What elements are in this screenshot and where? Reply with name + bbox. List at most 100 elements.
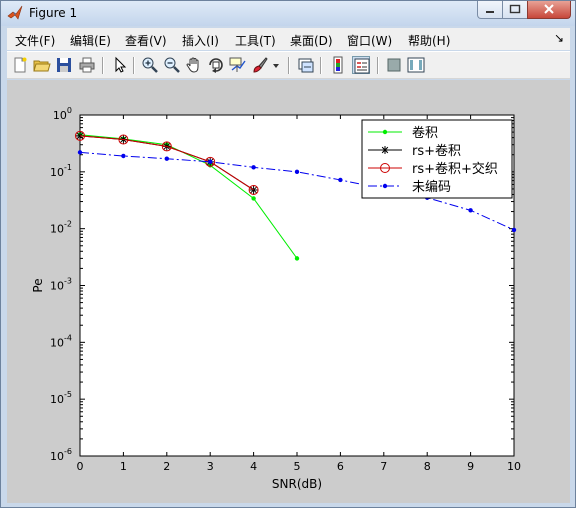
minimize-button[interactable] <box>477 1 503 19</box>
x-tick-label: 0 <box>77 460 84 473</box>
menu-item-7[interactable]: 帮助(H) <box>408 32 450 49</box>
insert-legend-button[interactable] <box>352 56 370 74</box>
toolbar-separator <box>288 57 290 74</box>
zoom-out-button[interactable] <box>163 56 181 74</box>
y-tick-base: 10 <box>50 280 64 293</box>
data-point <box>251 196 256 201</box>
menu-bar: 文件(F) 编辑(E) 查看(V) 插入(I) 工具(T) 桌面(D) 窗口(W) 帮助(H)… <box>7 28 570 50</box>
show-plot-tools-button[interactable] <box>407 56 425 74</box>
data-point <box>468 208 473 213</box>
menu-item-1[interactable]: 编辑(E) <box>70 32 111 49</box>
save-button[interactable] <box>55 56 73 74</box>
y-tick-base: 10 <box>50 223 64 236</box>
pointer-icon <box>115 56 127 73</box>
menu-item-3[interactable]: 插入(I) <box>182 32 219 49</box>
x-tick-label: 3 <box>207 460 214 473</box>
show-tools-icon <box>407 57 425 73</box>
print-button[interactable] <box>78 56 96 74</box>
x-axis-label: SNR(dB) <box>272 477 322 491</box>
y-tick-exponent: -1 <box>64 163 72 172</box>
y-tick-label: 10-5 <box>50 390 72 406</box>
data-point <box>208 159 213 165</box>
brush-button[interactable] <box>251 56 269 74</box>
close-icon <box>544 4 554 14</box>
data-point <box>294 169 300 175</box>
x-tick-label: 7 <box>380 460 387 473</box>
data-cursor-button[interactable] <box>229 56 247 74</box>
y-tick-label: 10-1 <box>50 163 72 179</box>
menu-item-6[interactable]: 窗口(W) <box>347 32 392 49</box>
legend-label: 卷积 <box>412 125 438 141</box>
link-icon <box>298 58 314 73</box>
data-point <box>382 129 388 135</box>
minimize-icon <box>486 11 494 13</box>
hide-plot-tools-button[interactable] <box>385 56 403 74</box>
close-button[interactable] <box>527 1 571 19</box>
y-tick-base: 10 <box>50 166 64 179</box>
data-point <box>381 146 389 154</box>
x-tick-label: 2 <box>163 460 170 473</box>
toolbar-separator <box>133 57 135 74</box>
title-bar[interactable]: Figure 1 <box>1 1 575 26</box>
data-point <box>77 150 83 155</box>
x-tick-label: 8 <box>424 460 431 473</box>
y-tick-label: 10-3 <box>50 277 72 293</box>
x-tick-label: 6 <box>337 460 344 473</box>
data-point <box>249 185 258 194</box>
pan-button[interactable] <box>185 56 203 74</box>
open-folder-icon <box>33 60 51 72</box>
link-plot-button[interactable] <box>297 56 315 74</box>
save-icon <box>57 58 71 72</box>
zoom-in-icon <box>142 57 158 73</box>
hide-tools-icon <box>387 58 401 72</box>
pan-hand-icon <box>186 57 199 73</box>
rotate-3d-button[interactable] <box>207 56 225 74</box>
data-point <box>511 227 517 233</box>
x-tick-label: 4 <box>250 460 257 473</box>
y-tick-exponent: -5 <box>64 390 72 399</box>
x-tick-label: 9 <box>467 460 474 473</box>
y-tick-exponent: -3 <box>64 277 72 286</box>
colorbar-icon <box>333 56 343 74</box>
new-figure-button[interactable] <box>11 56 29 74</box>
brush-dropdown[interactable] <box>271 56 281 74</box>
toolbar-separator <box>320 57 322 74</box>
y-tick-exponent: -2 <box>64 220 72 229</box>
menu-item-4[interactable]: 工具(T) <box>235 32 276 49</box>
legend-icon <box>354 58 370 74</box>
x-tick-label: 10 <box>507 460 521 473</box>
y-tick-exponent: -6 <box>64 447 72 456</box>
dock-arrow-icon[interactable]: ↘ <box>554 31 564 45</box>
menu-item-2[interactable]: 查看(V) <box>125 32 167 49</box>
zoom-out-icon <box>164 57 180 73</box>
maximize-button[interactable] <box>502 1 528 19</box>
open-file-button[interactable] <box>33 56 51 74</box>
plot-axes[interactable]: 0 1 2 3 4 5 6 7 8 9 1010010-110-210-310-410-510-6S… <box>7 80 570 503</box>
y-tick-label: 10-2 <box>50 220 72 236</box>
y-tick-base: 10 <box>50 393 64 406</box>
y-tick-label: 100 <box>53 106 72 122</box>
toolbar-separator <box>377 57 379 74</box>
data-point <box>382 183 388 189</box>
edit-plot-button[interactable] <box>111 56 129 74</box>
figure-canvas: 0 1 2 3 4 5 6 7 8 9 10 100 10-1 10-2 10-3 10-4 10-5 10-6 S… <box>7 80 570 503</box>
insert-colorbar-button[interactable] <box>329 56 347 74</box>
y-tick-base: 10 <box>50 336 64 349</box>
zoom-in-button[interactable] <box>141 56 159 74</box>
y-tick-label: 10-4 <box>50 333 72 349</box>
brush-icon <box>253 57 268 73</box>
data-point <box>338 177 343 183</box>
chevron-down-icon <box>273 64 279 68</box>
y-tick-base: 10 <box>53 109 67 122</box>
rotate-3d-icon <box>209 58 223 73</box>
figure-toolbar <box>7 51 570 79</box>
data-point <box>294 256 300 261</box>
print-icon <box>79 57 95 73</box>
figure-window: Figure 1 文件(F) 编辑(E) 查看(V) 插入(I) 工具(T) 桌面(D) 窗… <box>0 0 576 508</box>
y-tick-base: 10 <box>50 450 64 463</box>
menu-item-0[interactable]: 文件(F) <box>15 32 55 49</box>
data-point <box>251 165 256 170</box>
menu-item-5[interactable]: 桌面(D) <box>290 32 333 49</box>
x-tick-label: 1 <box>120 460 127 473</box>
y-tick-exponent: 0 <box>67 106 72 115</box>
